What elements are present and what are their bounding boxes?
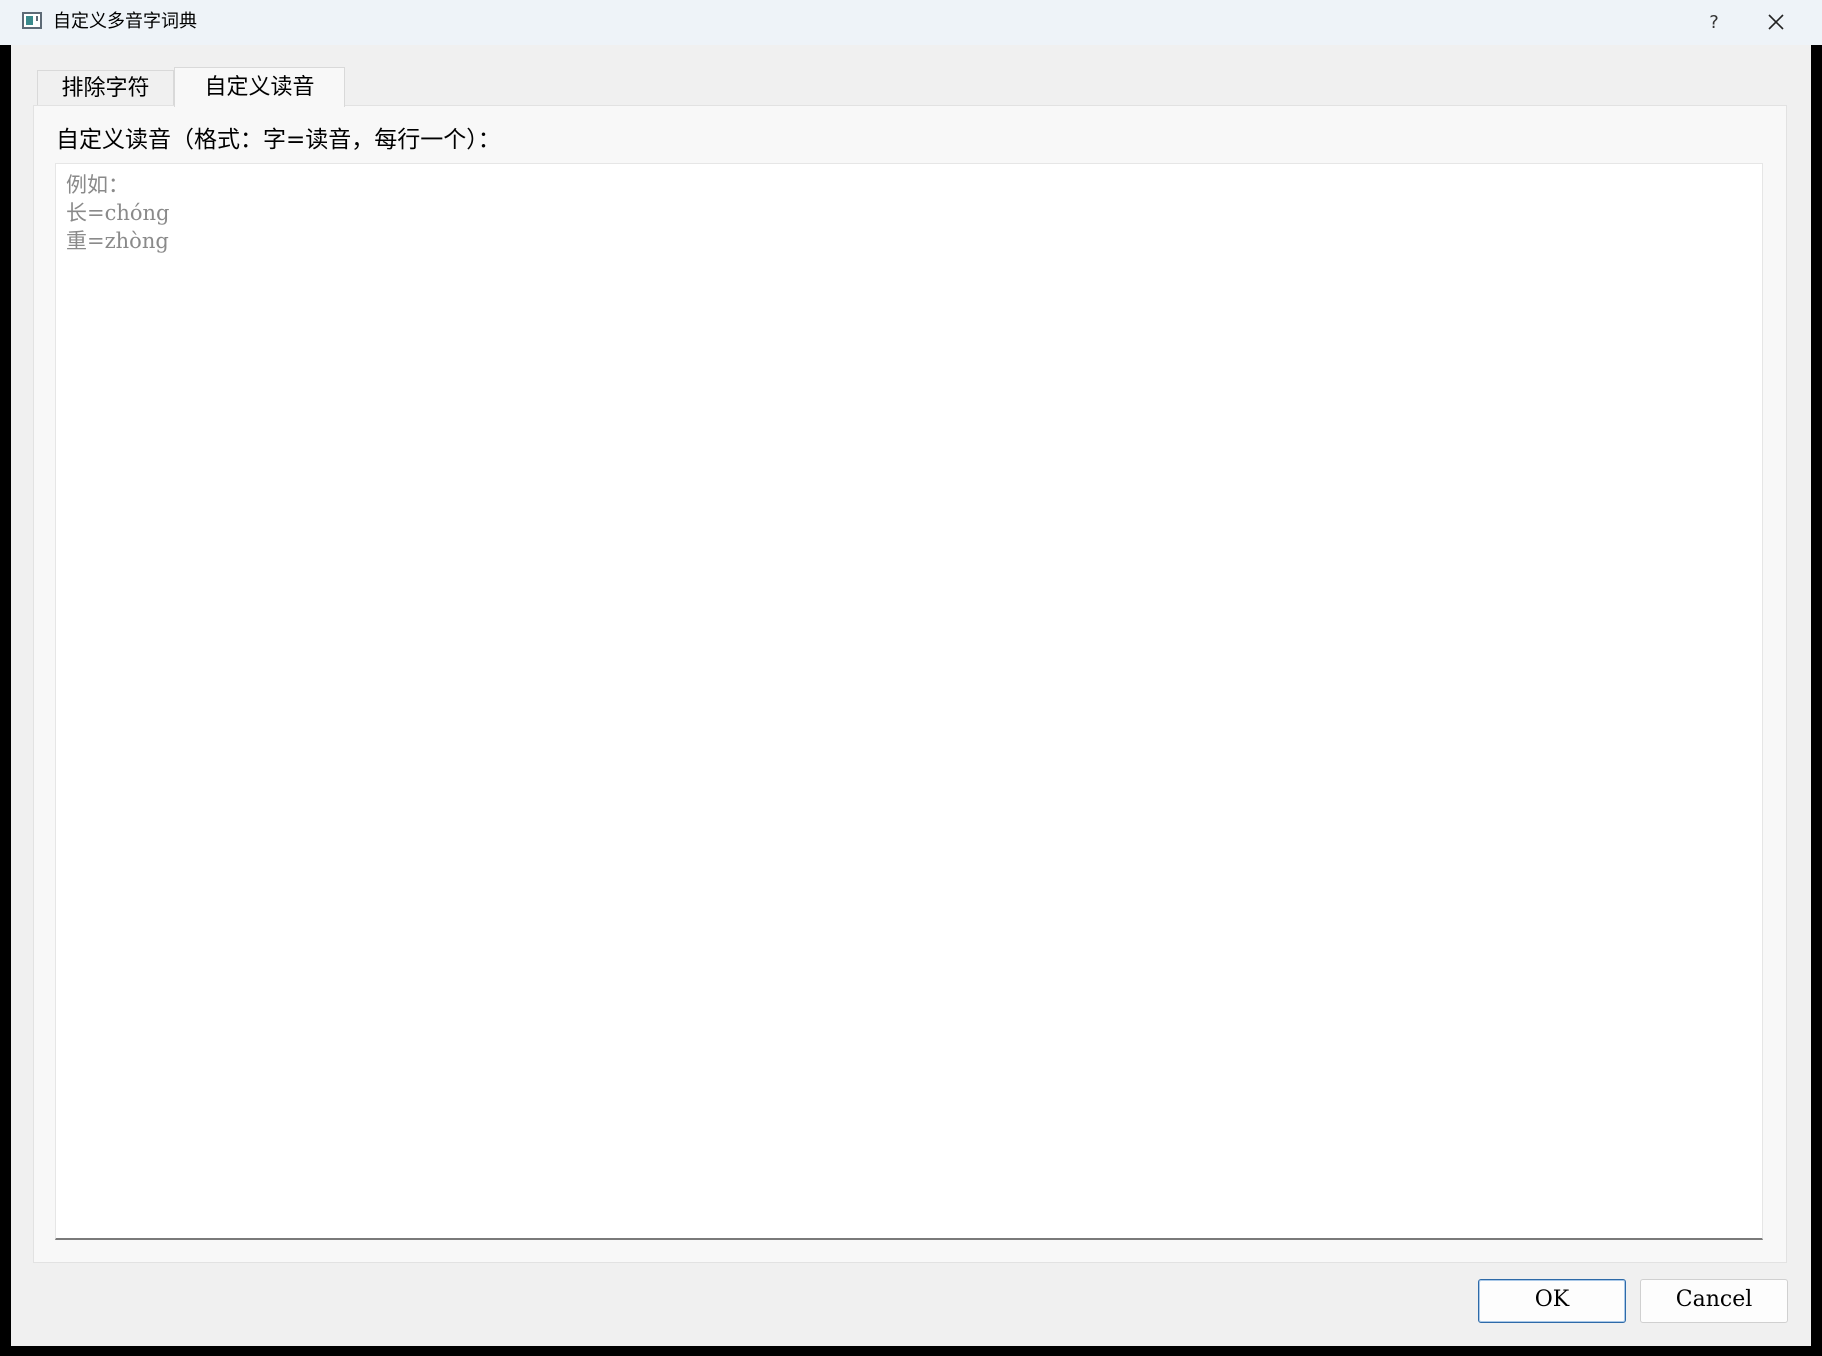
- tab-custom-reading[interactable]: 自定义读音: [174, 67, 345, 107]
- custom-reading-label: 自定义读音（格式：字=读音，每行一个）：: [56, 127, 501, 153]
- placeholder-line: 长=chóng: [66, 201, 170, 225]
- ok-button[interactable]: OK: [1478, 1279, 1626, 1323]
- window-title: 自定义多音字词典: [53, 11, 197, 32]
- close-button[interactable]: [1752, 0, 1800, 45]
- close-icon: [1768, 14, 1784, 30]
- dialog-window: 自定义多音字词典 ? 排除字符 自定义读音 自定义读音（格式：字=读音，每行一个…: [0, 0, 1822, 1346]
- title-bar[interactable]: 自定义多音字词典 ?: [0, 0, 1822, 45]
- cancel-button[interactable]: Cancel: [1640, 1279, 1788, 1323]
- placeholder-line: 重=zhòng: [66, 229, 169, 253]
- placeholder-line: 例如：: [66, 173, 129, 197]
- tab-exclude-chars[interactable]: 排除字符: [37, 70, 174, 106]
- textarea-placeholder: 例如： 长=chóng 重=zhòng: [66, 171, 170, 255]
- custom-reading-textarea[interactable]: 例如： 长=chóng 重=zhòng: [55, 163, 1763, 1240]
- window-frame-right: [1811, 45, 1822, 1346]
- window-frame-left: [0, 45, 11, 1346]
- app-window-icon: [22, 12, 42, 29]
- help-button[interactable]: ?: [1690, 0, 1738, 45]
